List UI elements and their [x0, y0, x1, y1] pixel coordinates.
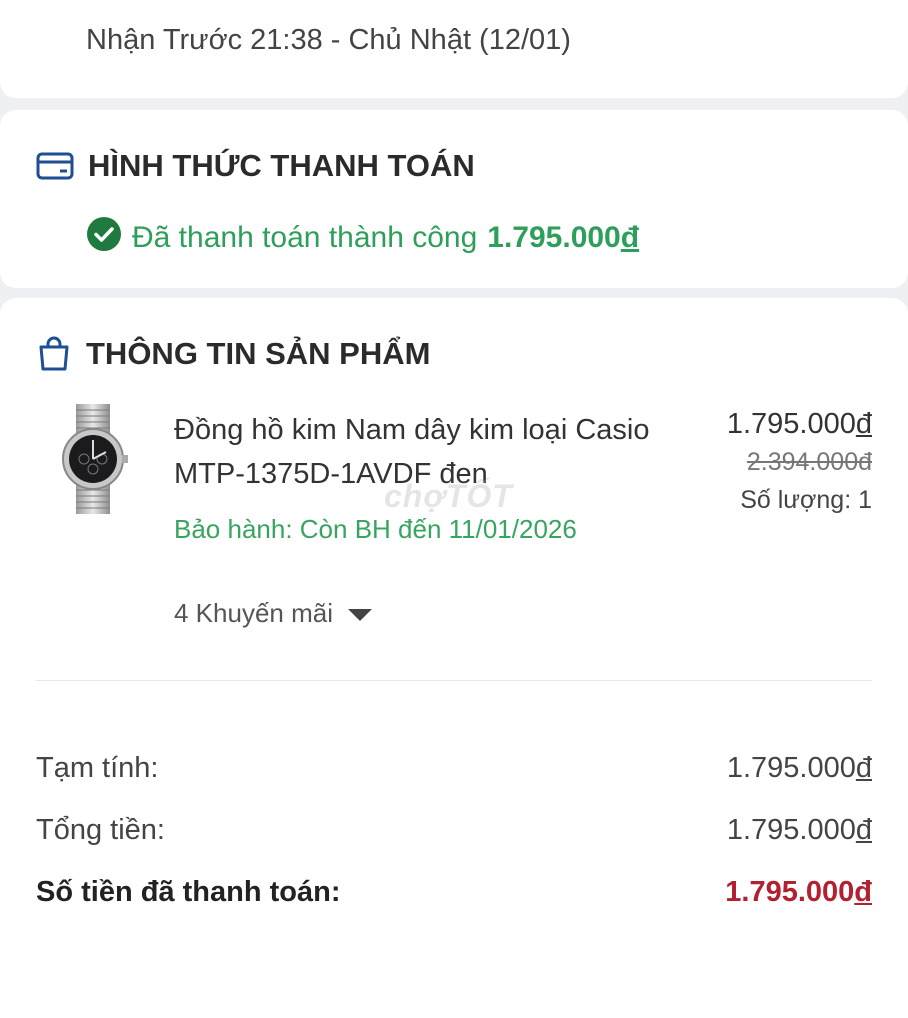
old-price: 2.394.000đ [746, 448, 872, 476]
total-row: Tổng tiền: 1.795.000đ [36, 814, 872, 847]
caret-down-icon [347, 598, 373, 629]
subtotal-label: Tạm tính: [36, 752, 159, 784]
watermark: chợTỐT [384, 478, 513, 514]
current-price: 1.795.000đ [726, 408, 872, 440]
paid-amount-value: 1.795.000đ [725, 876, 872, 908]
product-image[interactable] [54, 404, 132, 514]
paid-amount-label: Số tiền đã thanh toán: [36, 876, 341, 908]
warranty-info: Bảo hành: Còn BH đến 11/01/2026 [174, 514, 577, 544]
shopping-bag-icon [36, 336, 72, 372]
payment-status-text: Đã thanh toán thành công [132, 221, 478, 254]
subtotal-value: 1.795.000đ [726, 752, 872, 784]
price-column: 1.795.000đ 2.394.000đ Số lượng: 1 [727, 404, 872, 520]
payment-title-text: HÌNH THỨC THANH TOÁN [88, 148, 475, 183]
check-circle-icon [86, 216, 122, 260]
promotions-toggle[interactable]: 4 Khuyến mãi [174, 598, 373, 629]
total-value: 1.795.000đ [726, 814, 872, 846]
product-card: THÔNG TIN SẢN PHẨM Đồng hồ kim Nam dây k… [0, 298, 908, 1018]
divider [36, 680, 872, 681]
delivery-card: Nhận Trước 21:38 - Chủ Nhật (12/01) [0, 0, 908, 98]
product-section-title: THÔNG TIN SẢN PHẨM [36, 336, 430, 372]
paid-amount-row: Số tiền đã thanh toán: 1.795.000đ [36, 876, 872, 909]
payment-card: HÌNH THỨC THANH TOÁN Đã thanh toán thành… [0, 110, 908, 288]
delivery-time: Nhận Trước 21:38 - Chủ Nhật (12/01) [86, 24, 571, 56]
payment-amount: 1.795.000đ [487, 221, 640, 254]
subtotal-row: Tạm tính: 1.795.000đ [36, 752, 872, 785]
quantity: Số lượng: 1 [740, 486, 872, 514]
promotions-label: 4 Khuyến mãi [174, 598, 333, 628]
credit-card-icon [36, 152, 74, 180]
payment-status: Đã thanh toán thành công 1.795.000đ [86, 216, 639, 260]
payment-section-title: HÌNH THỨC THANH TOÁN [36, 148, 475, 184]
total-label: Tổng tiền: [36, 814, 165, 846]
product-title-text: THÔNG TIN SẢN PHẨM [86, 336, 431, 371]
